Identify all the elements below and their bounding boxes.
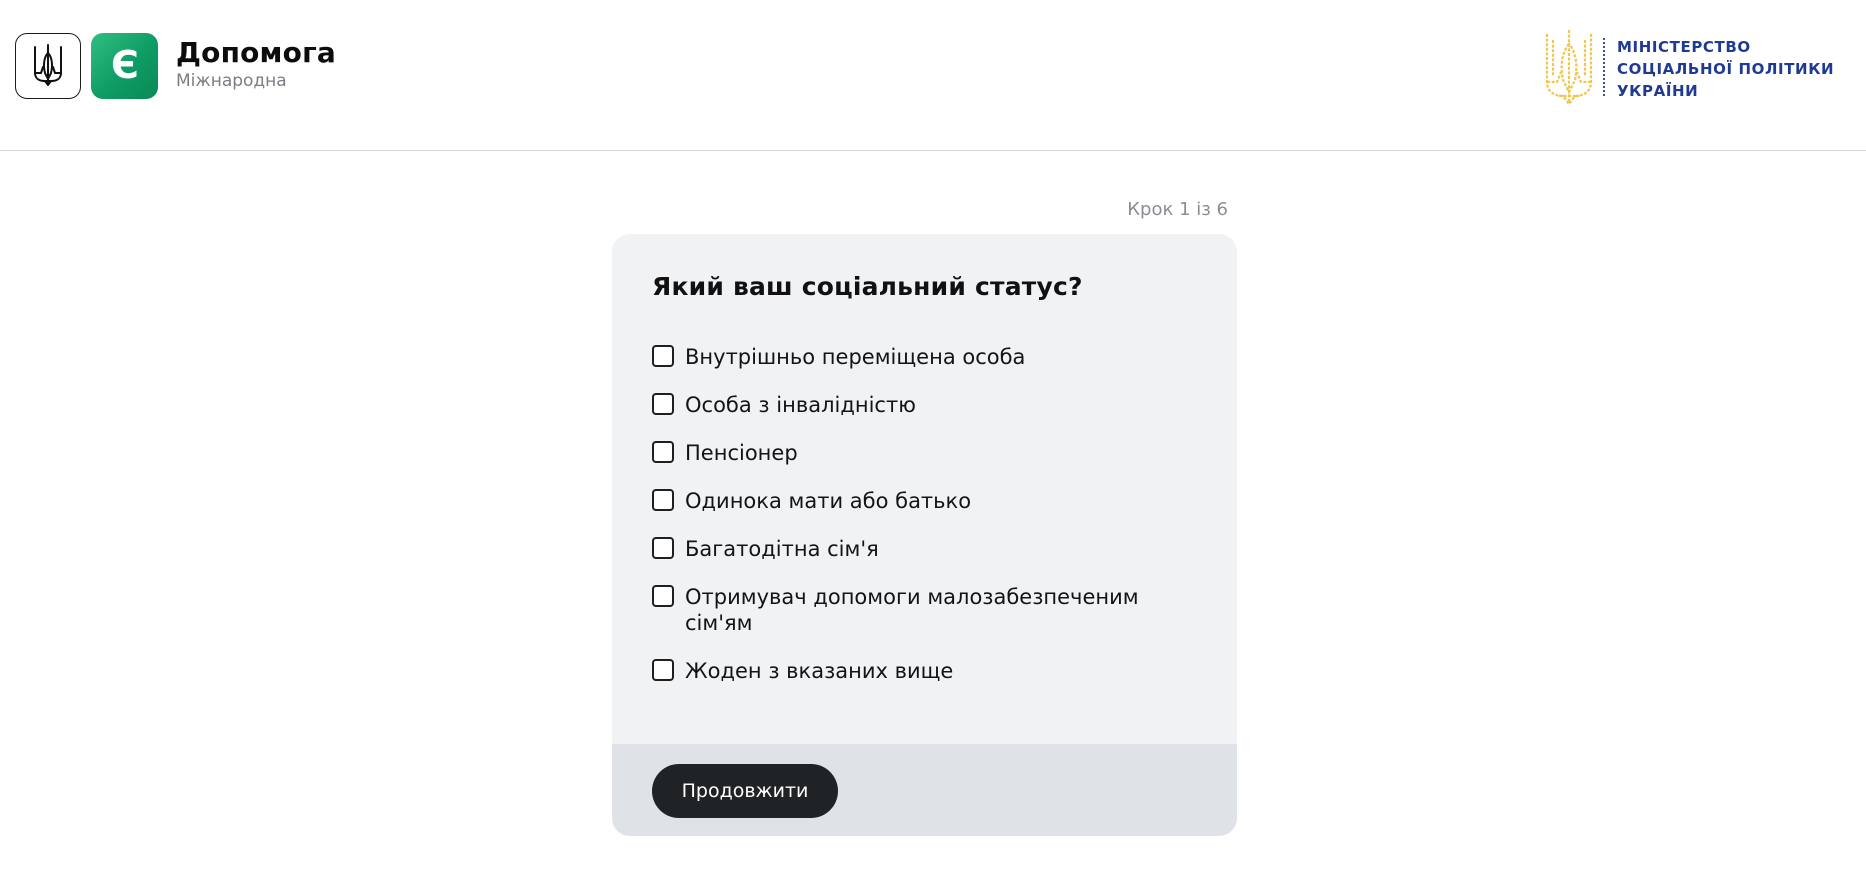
checkbox-icon[interactable]: [652, 585, 674, 607]
brand-subtitle: Міжнародна: [176, 71, 287, 91]
option-idp[interactable]: Внутрішньо переміщена особа: [652, 344, 1197, 370]
continue-button[interactable]: Продовжити: [652, 764, 838, 818]
status-options-list: Внутрішньо переміщена особа Особа з інва…: [652, 344, 1197, 706]
step-indicator: Крок 1 із 6: [1127, 199, 1228, 220]
gov-logo-link[interactable]: [15, 33, 81, 99]
option-single-parent[interactable]: Одинока мати або батько: [652, 488, 1197, 514]
brand: Допомога Міжнародна: [176, 36, 336, 92]
checkbox-icon[interactable]: [652, 441, 674, 463]
app-logo-icon: Є: [111, 44, 139, 87]
ministry-emblem-icon: [1545, 30, 1593, 106]
checkbox-icon[interactable]: [652, 659, 674, 681]
form-question: Який ваш соціальний статус?: [652, 272, 1083, 301]
option-label: Пенсіонер: [685, 441, 798, 465]
card-footer: Продовжити: [612, 744, 1237, 836]
option-label: Особа з інвалідністю: [685, 393, 916, 417]
trident-icon: [34, 44, 62, 86]
option-pensioner[interactable]: Пенсіонер: [652, 440, 1197, 466]
ministry-divider: [1603, 38, 1605, 98]
option-label: Одинока мати або батько: [685, 489, 972, 513]
ministry-line-2: СОЦІАЛЬНОЇ ПОЛІТИКИ: [1617, 60, 1835, 78]
svg-text:Є: Є: [111, 44, 139, 87]
option-large-family[interactable]: Багатодітна сім'я: [652, 536, 1197, 562]
option-low-income[interactable]: Отримувач допомоги малозабезпеченим сім'…: [652, 584, 1197, 636]
option-label: Отримувач допомоги малозабезпеченим сім'…: [685, 585, 1139, 635]
checkbox-icon[interactable]: [652, 489, 674, 511]
ministry-line-1: МІНІСТЕРСТВО: [1617, 38, 1751, 56]
option-label: Жоден з вказаних вище: [685, 659, 954, 683]
checkbox-icon[interactable]: [652, 345, 674, 367]
ministry-logo-link[interactable]: МІНІСТЕРСТВО СОЦІАЛЬНОЇ ПОЛІТИКИ УКРАЇНИ: [1541, 28, 1834, 112]
site-header: Є Допомога Міжнародна МІНІСТЕРСТВО СОЦІА…: [0, 0, 1866, 151]
brand-title: Допомога: [176, 36, 337, 69]
app-logo-link[interactable]: Є: [91, 33, 158, 99]
ministry-name: МІНІСТЕРСТВО СОЦІАЛЬНОЇ ПОЛІТИКИ УКРАЇНИ: [1617, 36, 1834, 102]
status-form-card: Який ваш соціальний статус? Внутрішньо п…: [612, 234, 1237, 836]
checkbox-icon[interactable]: [652, 393, 674, 415]
option-none[interactable]: Жоден з вказаних вище: [652, 658, 1197, 684]
ministry-line-3: УКРАЇНИ: [1617, 82, 1699, 100]
checkbox-icon[interactable]: [652, 537, 674, 559]
option-disability[interactable]: Особа з інвалідністю: [652, 392, 1197, 418]
option-label: Внутрішньо переміщена особа: [685, 345, 1026, 369]
option-label: Багатодітна сім'я: [685, 537, 879, 561]
